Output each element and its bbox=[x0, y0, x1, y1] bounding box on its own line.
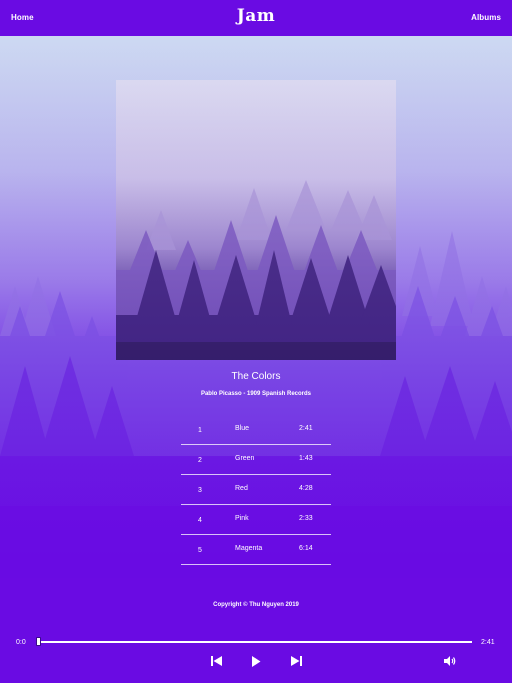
track-duration: 2:41 bbox=[299, 425, 313, 432]
skip-previous-icon bbox=[210, 656, 222, 666]
track-name: Pink bbox=[235, 515, 249, 522]
nav-albums-link[interactable]: Albums bbox=[471, 13, 501, 22]
track-row[interactable]: 1 Blue 2:41 bbox=[181, 415, 331, 445]
track-duration: 4:28 bbox=[299, 485, 313, 492]
play-button[interactable] bbox=[249, 654, 263, 668]
seek-bar[interactable] bbox=[36, 637, 472, 646]
current-time: 0:0 bbox=[16, 639, 26, 646]
track-number: 5 bbox=[198, 547, 202, 554]
forest-cover-art bbox=[116, 80, 396, 360]
play-icon bbox=[252, 655, 261, 667]
album-cover-image bbox=[116, 80, 396, 360]
volume-button[interactable] bbox=[443, 654, 457, 668]
track-list: 1 Blue 2:41 2 Green 1:43 3 Red 4:28 4 Pi… bbox=[181, 415, 331, 565]
volume-icon bbox=[444, 656, 456, 666]
copyright-text: Copyright © Thu Nguyen 2019 bbox=[213, 602, 299, 608]
track-name: Green bbox=[235, 455, 255, 462]
track-number: 2 bbox=[198, 457, 202, 464]
track-name: Blue bbox=[235, 425, 250, 432]
album-artist: Pablo Picasso - 1909 Spanish Records bbox=[200, 391, 312, 397]
previous-track-button[interactable] bbox=[209, 654, 223, 668]
track-name: Red bbox=[235, 485, 248, 492]
track-name: Magenta bbox=[235, 545, 263, 552]
track-duration: 6:14 bbox=[299, 545, 313, 552]
skip-next-icon bbox=[290, 656, 302, 666]
seek-handle[interactable] bbox=[36, 637, 41, 646]
track-number: 3 bbox=[198, 487, 202, 494]
total-time: 2:41 bbox=[481, 639, 495, 646]
track-duration: 1:43 bbox=[299, 455, 313, 462]
track-duration: 2:33 bbox=[299, 515, 313, 522]
brand-logo[interactable]: Jam bbox=[0, 6, 512, 26]
track-number: 4 bbox=[198, 517, 202, 524]
player-footer: Copyright © Thu Nguyen 2019 0:0 2:41 bbox=[0, 578, 512, 683]
track-row[interactable]: 4 Pink 2:33 bbox=[181, 505, 331, 535]
top-nav-bar: Home Jam Albums bbox=[0, 0, 512, 36]
track-number: 1 bbox=[198, 427, 202, 434]
track-row[interactable]: 5 Magenta 6:14 bbox=[181, 535, 331, 565]
track-row[interactable]: 3 Red 4:28 bbox=[181, 475, 331, 505]
album-title: The Colors bbox=[231, 371, 281, 382]
next-track-button[interactable] bbox=[289, 654, 303, 668]
track-row[interactable]: 2 Green 1:43 bbox=[181, 445, 331, 475]
